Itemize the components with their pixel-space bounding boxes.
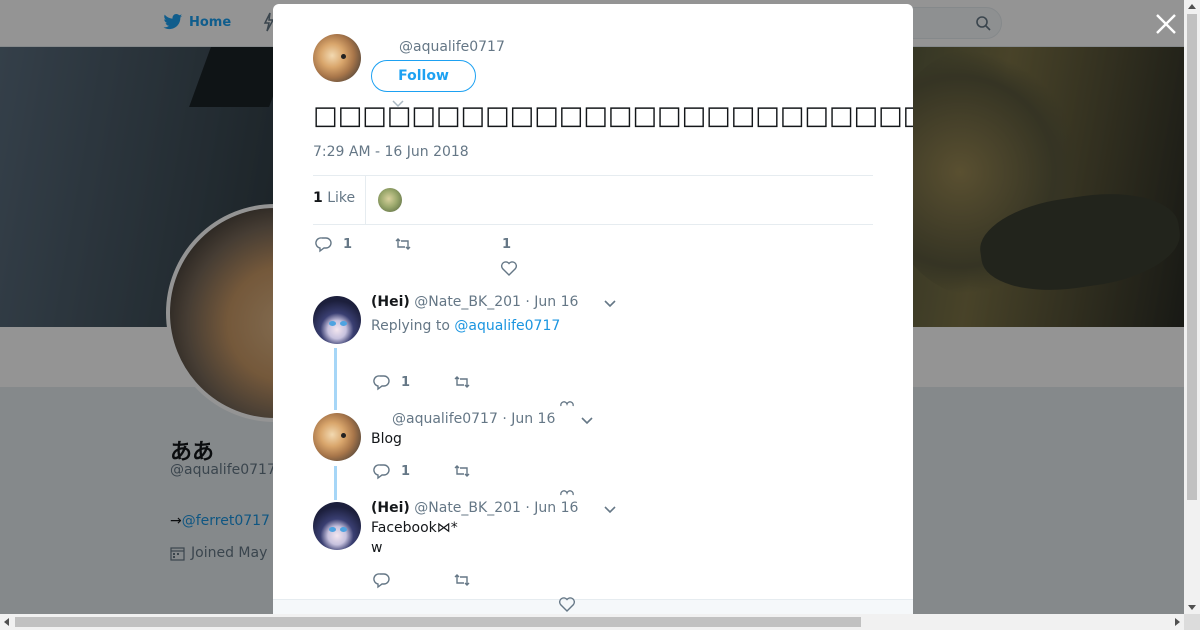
reply-header: (Hei) @Nate_BK_201 · Jun 16: [371, 294, 578, 310]
replying-to: Replying to @aqualife0717: [371, 318, 560, 334]
likes-count: 1: [313, 190, 323, 206]
reply-avatar[interactable]: [313, 413, 361, 461]
reply-date[interactable]: · Jun 16: [525, 500, 578, 516]
reply-author-handle[interactable]: @aqualife0717: [392, 411, 498, 427]
like-count: 1: [502, 237, 512, 252]
reply-date[interactable]: · Jun 16: [525, 294, 578, 310]
scroll-right-arrow[interactable]: [1175, 618, 1180, 626]
vertical-scrollbar[interactable]: [1184, 0, 1200, 614]
reply-text-line-2: w: [371, 540, 383, 556]
reply-date[interactable]: · Jun 16: [502, 411, 555, 427]
tweet-stats: 1 Like: [313, 175, 873, 225]
retweet-icon: [454, 376, 470, 388]
liker-avatar[interactable]: [378, 188, 402, 212]
reply-author-handle[interactable]: @Nate_BK_201: [414, 500, 521, 516]
like-count-label: 1: [502, 237, 511, 252]
scrollbar-corner: [1184, 614, 1200, 630]
heart-icon[interactable]: [560, 399, 574, 407]
reply-icon: [373, 573, 390, 589]
thread-line: [334, 466, 337, 500]
reply-author-name[interactable]: (Hei): [371, 500, 410, 516]
chevron-down-icon[interactable]: [603, 299, 617, 309]
heart-icon[interactable]: [560, 488, 574, 496]
reply-count: 1: [401, 463, 411, 479]
reply-icon: [315, 237, 332, 253]
follow-button[interactable]: Follow: [371, 60, 476, 92]
reply-author-name[interactable]: (Hei): [371, 294, 410, 310]
reply-avatar[interactable]: [313, 502, 361, 550]
horizontal-scroll-thumb[interactable]: [15, 617, 861, 627]
retweet-icon: [395, 238, 411, 250]
reply-text: Blog: [371, 431, 402, 447]
retweet-action[interactable]: [453, 373, 471, 391]
reply-text-line-1: Facebook⋈*: [371, 520, 458, 536]
reply-avatar[interactable]: [313, 296, 361, 344]
retweet-icon: [454, 574, 470, 586]
reply-action[interactable]: 1: [373, 373, 410, 391]
replying-prefix: Replying to: [371, 318, 450, 334]
scroll-down-arrow[interactable]: [1188, 605, 1196, 610]
retweet-action[interactable]: [453, 571, 471, 589]
reply-action[interactable]: 1: [315, 235, 352, 253]
heart-icon[interactable]: [558, 595, 576, 613]
retweet-icon: [454, 465, 470, 477]
tweet-timestamp[interactable]: 7:29 AM - 16 Jun 2018: [313, 144, 469, 160]
reply-count: 1: [401, 374, 411, 390]
reply-action[interactable]: 1: [373, 462, 410, 480]
reply-icon: [373, 375, 390, 391]
retweet-action[interactable]: [394, 235, 412, 253]
scroll-up-arrow[interactable]: [1188, 4, 1196, 9]
replying-to-link[interactable]: @aqualife0717: [454, 318, 560, 334]
reply-count: 1: [343, 236, 353, 252]
stats-divider: [365, 176, 366, 224]
reply-action[interactable]: [373, 571, 391, 589]
retweet-action[interactable]: [453, 462, 471, 480]
reply-icon: [373, 464, 390, 480]
chevron-down-icon[interactable]: [603, 505, 617, 515]
reply-header: (Hei) @Nate_BK_201 · Jun 16: [371, 500, 578, 516]
author-handle[interactable]: @aqualife0717: [399, 39, 505, 55]
scroll-left-arrow[interactable]: [4, 618, 9, 626]
modal-footer: [273, 599, 913, 614]
reply-header: @aqualife0717 · Jun 16: [392, 411, 555, 427]
likes-label: Like: [327, 190, 356, 206]
horizontal-scrollbar[interactable]: [0, 614, 1184, 630]
likes-stat[interactable]: 1 Like: [313, 190, 355, 206]
reply-author-handle[interactable]: @Nate_BK_201: [414, 294, 521, 310]
author-avatar[interactable]: [313, 34, 361, 82]
close-icon[interactable]: [1154, 12, 1178, 36]
chevron-down-icon[interactable]: [580, 416, 594, 426]
tweet-text: □□□□□□□□□□□□□□□□□□□□□□□□□□@□□□□□20cm□□□□…: [313, 101, 913, 131]
heart-icon[interactable]: [500, 259, 518, 277]
vertical-scroll-thumb[interactable]: [1187, 14, 1197, 500]
tweet-modal: @aqualife0717 Follow □□□□□□□□□□□□□□□□□□□…: [273, 4, 913, 614]
thread-line: [334, 348, 337, 410]
